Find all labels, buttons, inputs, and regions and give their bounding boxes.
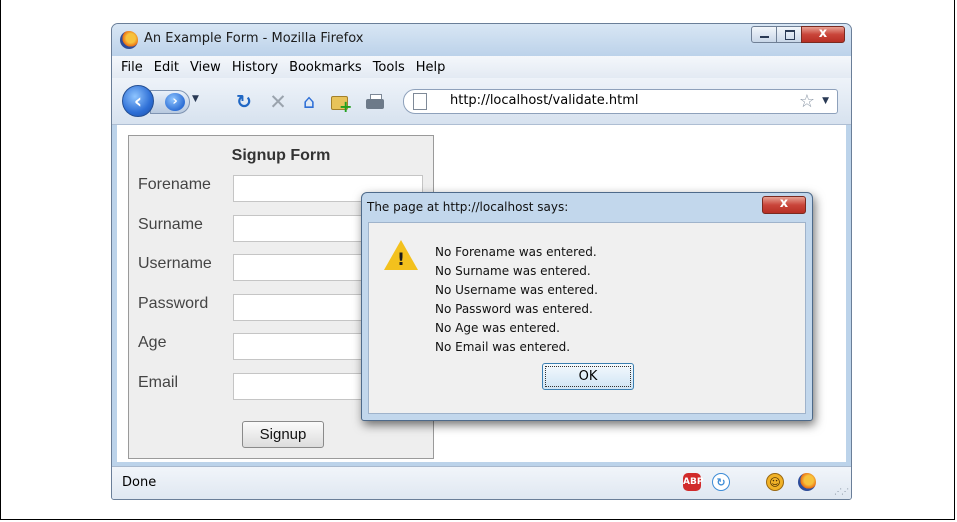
adblock-icon[interactable]: ABP — [683, 473, 703, 491]
alert-body: ! No Forename was entered. No Surname wa… — [368, 222, 806, 414]
back-icon: ‹ — [133, 89, 143, 113]
maximize-button[interactable] — [776, 26, 802, 43]
url-text[interactable]: http://localhost/validate.html — [450, 93, 639, 108]
age-label: Age — [138, 334, 167, 351]
status-bar: Done ABP ↻ ☺ ⋰⋰ — [112, 466, 851, 499]
maximize-icon — [785, 30, 795, 40]
alert-message-line: No Surname was entered. — [435, 264, 591, 278]
alert-message-line: No Password was entered. — [435, 302, 593, 316]
ok-button[interactable]: OK — [542, 363, 634, 390]
signup-button[interactable]: Signup — [242, 421, 324, 448]
alert-message-line: No Age was entered. — [435, 321, 560, 335]
status-text: Done — [122, 475, 157, 490]
title-bar: An Example Form - Mozilla Firefox x — [112, 24, 851, 56]
plus-icon: + — [339, 97, 353, 116]
forward-icon: › — [165, 93, 185, 111]
menu-view[interactable]: View — [185, 60, 226, 75]
minimize-icon — [760, 36, 769, 38]
menu-tools[interactable]: Tools — [368, 60, 410, 75]
alert-message-line: No Username was entered. — [435, 283, 598, 297]
resize-grip-icon[interactable]: ⋰⋰ — [834, 487, 849, 496]
page-icon — [413, 93, 427, 110]
alert-title: The page at http://localhost says: — [367, 200, 569, 214]
menu-history[interactable]: History — [227, 60, 283, 75]
close-icon: x — [779, 196, 789, 211]
window-title: An Example Form - Mozilla Firefox — [144, 31, 364, 46]
star-icon[interactable]: ☆ — [799, 91, 815, 112]
greasemonkey-icon[interactable]: ☺ — [766, 473, 784, 491]
alert-title-bar: The page at http://localhost says: x — [362, 193, 812, 221]
surname-label: Surname — [138, 216, 203, 233]
alert-close-button[interactable]: x — [762, 196, 806, 214]
alert-message-line: No Forename was entered. — [435, 245, 597, 259]
firefox-logo-icon — [120, 31, 138, 49]
forward-button[interactable]: › — [150, 90, 190, 114]
sync-icon[interactable]: ↻ — [712, 473, 730, 491]
forename-label: Forename — [138, 176, 211, 193]
bookmark-add-icon[interactable]: + — [328, 91, 353, 116]
print-icon[interactable] — [364, 91, 386, 113]
menu-bookmarks[interactable]: Bookmarks — [284, 60, 367, 75]
reload-icon[interactable]: ↻ — [233, 91, 255, 113]
alert-message-line: No Email was entered. — [435, 340, 571, 354]
address-bar[interactable]: http://localhost/validate.html ☆ ▼ — [403, 89, 838, 114]
home-icon[interactable]: ⌂ — [298, 91, 320, 113]
menu-edit[interactable]: Edit — [149, 60, 184, 75]
form-title: Signup Form — [231, 147, 331, 164]
print-body — [366, 99, 384, 109]
history-dropdown-icon[interactable]: ▼ — [192, 94, 199, 104]
window-controls: x — [751, 26, 845, 43]
warning-mark: ! — [397, 250, 405, 270]
navigation-toolbar: › ‹ ▼ ↻ ✕ ⌂ + http://localhost/validate.… — [112, 78, 851, 125]
menu-help[interactable]: Help — [411, 60, 451, 75]
back-button[interactable]: ‹ — [122, 85, 154, 117]
minimize-button[interactable] — [751, 26, 777, 43]
stop-icon[interactable]: ✕ — [267, 91, 289, 113]
close-icon: x — [818, 26, 828, 41]
email-label: Email — [138, 374, 179, 391]
url-dropdown-icon[interactable]: ▼ — [822, 96, 829, 106]
close-button[interactable]: x — [801, 26, 845, 43]
password-label: Password — [138, 295, 209, 312]
alert-dialog: The page at http://localhost says: x ! N… — [361, 192, 813, 421]
username-label: Username — [138, 255, 212, 272]
menu-file[interactable]: File — [116, 60, 148, 75]
menu-bar: File Edit View History Bookmarks Tools H… — [112, 56, 851, 78]
firefox-icon[interactable] — [798, 473, 816, 491]
